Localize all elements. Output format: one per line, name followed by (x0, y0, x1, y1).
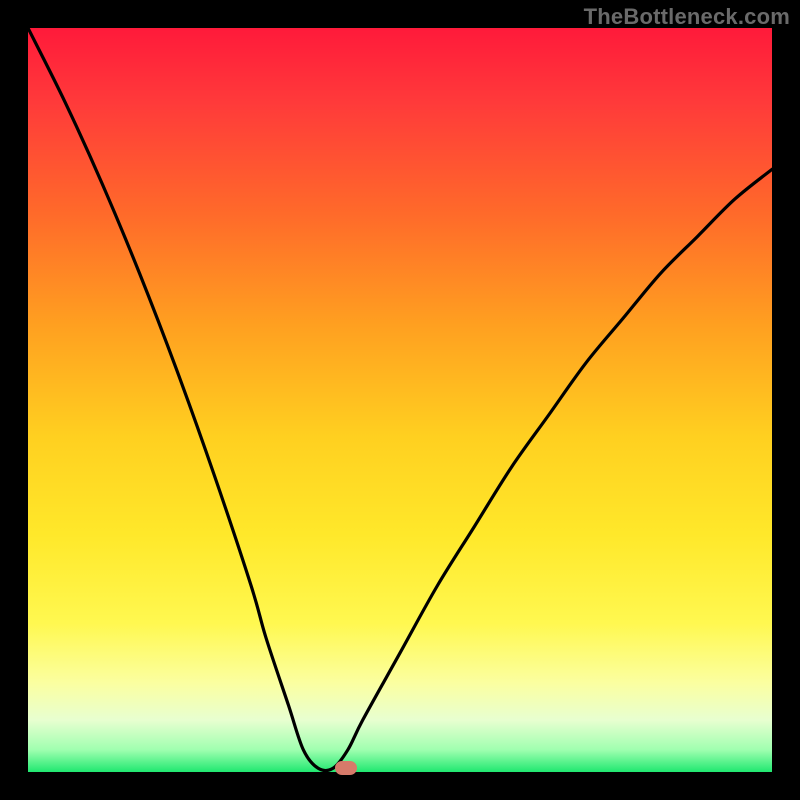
plot-gradient-background (28, 28, 772, 772)
watermark-text: TheBottleneck.com (584, 4, 790, 30)
chart-frame: TheBottleneck.com (0, 0, 800, 800)
